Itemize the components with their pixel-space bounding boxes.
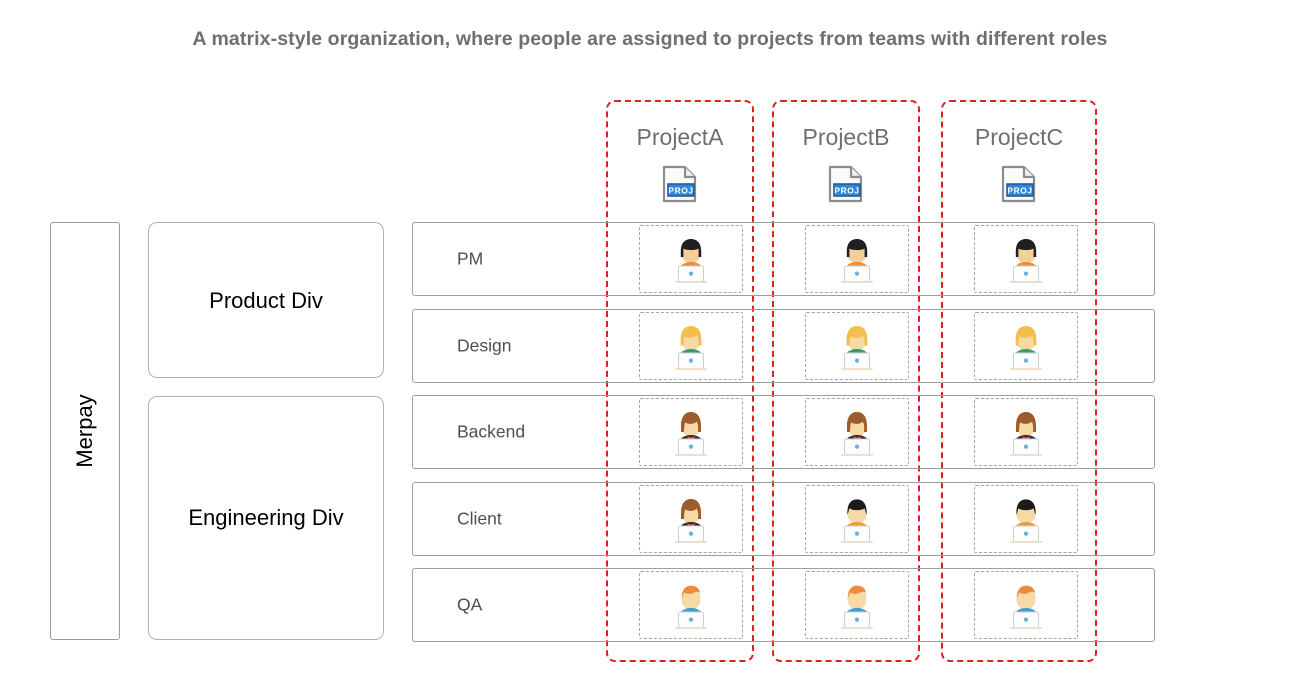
svg-text:PROJ: PROJ (1007, 185, 1032, 195)
project-header-c: ProjectC PROJ (941, 100, 1097, 204)
company-label: Merpay (72, 394, 97, 468)
division-label: Engineering Div (188, 505, 344, 530)
person-black-short-orange-laptop-icon (831, 493, 883, 545)
project-name: ProjectC (974, 124, 1064, 150)
assignment-cell[interactable] (639, 398, 743, 466)
assignment-cell[interactable] (805, 571, 909, 639)
person-ginger-blue-laptop-icon (665, 579, 717, 631)
project-document-icon: PROJ (606, 164, 754, 204)
assignment-cell[interactable] (974, 485, 1078, 553)
person-ginger-blue-laptop-icon (831, 579, 883, 631)
division-box-product: Product Div (148, 222, 384, 378)
role-label: PM (457, 248, 484, 269)
person-dark-bob-orange-laptop-icon (1000, 233, 1052, 285)
assignment-cell[interactable] (805, 485, 909, 553)
assignment-cell[interactable] (805, 312, 909, 380)
project-document-icon: PROJ (772, 164, 920, 204)
person-dark-bob-orange-laptop-icon (831, 233, 883, 285)
person-black-short-orange-laptop-icon (1000, 493, 1052, 545)
person-blonde-green-laptop-icon (665, 320, 717, 372)
person-brown-bob-dark-laptop-icon (831, 406, 883, 458)
assignment-cell[interactable] (639, 485, 743, 553)
person-brown-bob-dark-laptop-icon (665, 493, 717, 545)
role-row-client: Client (412, 482, 1155, 556)
svg-text:PROJ: PROJ (834, 185, 859, 195)
role-row-qa: QA (412, 568, 1155, 642)
assignment-cell[interactable] (639, 225, 743, 293)
division-label: Product Div (209, 288, 323, 313)
project-header-b: ProjectB PROJ (772, 100, 920, 204)
assignment-cell[interactable] (805, 225, 909, 293)
role-label: QA (457, 594, 483, 615)
svg-text:PROJ: PROJ (668, 185, 693, 195)
person-blonde-green-laptop-icon (831, 320, 883, 372)
person-blonde-green-laptop-icon (1000, 320, 1052, 372)
person-dark-bob-orange-laptop-icon (665, 233, 717, 285)
project-name: ProjectA (636, 124, 724, 150)
company-box-merpay: Merpay (50, 222, 120, 640)
person-brown-bob-dark-laptop-icon (1000, 406, 1052, 458)
project-name: ProjectB (802, 124, 890, 150)
assignment-cell[interactable] (974, 312, 1078, 380)
project-document-icon: PROJ (941, 164, 1097, 204)
role-row-pm: PM (412, 222, 1155, 296)
assignment-cell[interactable] (974, 571, 1078, 639)
assignment-cell[interactable] (639, 571, 743, 639)
assignment-cell[interactable] (805, 398, 909, 466)
role-label: Design (457, 335, 512, 356)
role-row-design: Design (412, 309, 1155, 383)
role-row-backend: Backend (412, 395, 1155, 469)
person-brown-bob-dark-laptop-icon (665, 406, 717, 458)
assignment-cell[interactable] (974, 225, 1078, 293)
role-label: Backend (457, 421, 526, 442)
project-header-a: ProjectA PROJ (606, 100, 754, 204)
page-title: A matrix-style organization, where peopl… (192, 28, 1108, 50)
role-label: Client (457, 508, 502, 529)
assignment-cell[interactable] (974, 398, 1078, 466)
person-ginger-blue-laptop-icon (1000, 579, 1052, 631)
division-box-engineering: Engineering Div (148, 396, 384, 640)
assignment-cell[interactable] (639, 312, 743, 380)
